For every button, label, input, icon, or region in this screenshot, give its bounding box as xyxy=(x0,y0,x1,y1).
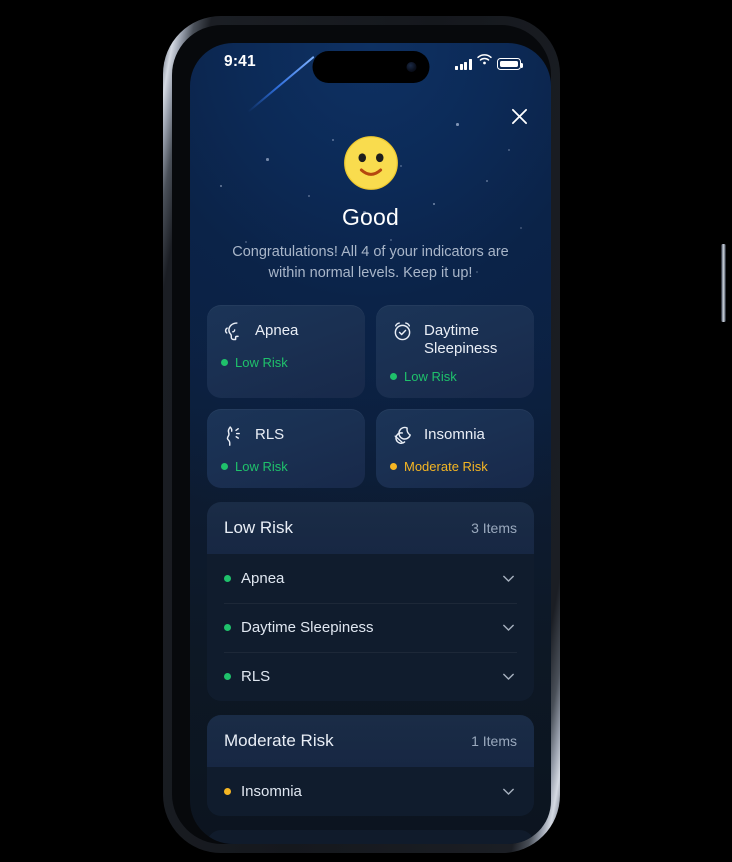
indicator-card-risk: Low Risk xyxy=(221,459,351,474)
chevron-down-icon[interactable] xyxy=(500,570,517,587)
list-item[interactable]: Insomnia xyxy=(207,766,534,816)
status-dot xyxy=(390,372,397,380)
section-next-partial[interactable] xyxy=(207,829,534,844)
indicator-card-risk: Low Risk xyxy=(390,369,520,384)
status-badge: Low Risk xyxy=(235,458,288,474)
section-header: Low Risk 3 Items xyxy=(207,501,534,554)
hero-section: Good Congratulations! All 4 of your indi… xyxy=(190,87,551,285)
chevron-down-icon[interactable] xyxy=(500,783,517,800)
indicator-card-label: Insomnia xyxy=(424,425,485,443)
head-breathing-icon xyxy=(224,322,239,341)
status-badge: Moderate Risk xyxy=(404,458,488,474)
phone-screen: 9:41 Good Congratulations! All 4 of your… xyxy=(190,43,551,844)
list-item-label: RLS xyxy=(241,667,271,685)
status-dot xyxy=(224,672,231,680)
close-button[interactable] xyxy=(504,101,534,131)
page-subtitle: Congratulations! All 4 of your indicator… xyxy=(232,244,509,282)
indicator-card-label: RLS xyxy=(255,425,285,443)
section-count: 1 Items xyxy=(471,732,517,749)
status-bar-indicators xyxy=(455,54,523,70)
status-bar-time: 9:41 xyxy=(224,53,256,70)
screen-content: Good Congratulations! All 4 of your indi… xyxy=(190,43,551,844)
list-item-label: Insomnia xyxy=(241,782,302,800)
list-item[interactable]: Apnea xyxy=(207,553,534,603)
phone-bezel: 9:41 Good Congratulations! All 4 of your… xyxy=(172,25,551,844)
list-item[interactable]: RLS xyxy=(207,651,534,701)
front-camera-icon xyxy=(406,62,416,72)
status-dot xyxy=(221,358,228,366)
section-count: 3 Items xyxy=(471,519,517,536)
indicator-card-risk: Moderate Risk xyxy=(390,459,520,474)
restless-leg-icon xyxy=(226,426,240,446)
power-button[interactable] xyxy=(721,244,726,322)
indicator-card-label: Apnea xyxy=(255,321,299,339)
list-item[interactable]: Daytime Sleepiness xyxy=(207,602,534,652)
chevron-down-icon[interactable] xyxy=(500,668,517,685)
indicator-card-risk: Low Risk xyxy=(221,355,351,370)
indicator-card-label: Daytime Sleepiness xyxy=(424,321,498,357)
slightly-smiling-face-icon xyxy=(343,136,398,190)
section-header: Moderate Risk 1 Items xyxy=(207,714,534,767)
section-moderate-risk: Moderate Risk 1 Items Insomnia xyxy=(207,714,534,816)
alarm-clock-check-icon xyxy=(394,322,411,341)
section-title: Moderate Risk xyxy=(224,730,334,750)
indicator-card-apnea[interactable]: Apnea Low Risk xyxy=(207,304,365,398)
indicator-card-daytime-sleepiness[interactable]: Daytime Sleepiness Low Risk xyxy=(376,304,534,398)
status-badge: Low Risk xyxy=(235,354,288,370)
status-dot xyxy=(390,462,397,470)
dynamic-island xyxy=(312,51,429,83)
section-low-risk: Low Risk 3 Items Apnea Daytime Sleepines… xyxy=(207,501,534,701)
status-dot xyxy=(224,574,231,582)
status-dot xyxy=(224,623,231,631)
status-badge: Low Risk xyxy=(404,368,457,384)
cellular-signal-icon xyxy=(455,59,472,70)
battery-icon xyxy=(497,58,523,70)
section-title: Low Risk xyxy=(224,517,293,537)
indicator-card-grid: Apnea Low Risk Daytime Sleepiness Low Ri… xyxy=(190,285,551,488)
indicator-card-insomnia[interactable]: Insomnia Moderate Risk xyxy=(376,408,534,488)
screenshot-root: 9:41 Good Congratulations! All 4 of your… xyxy=(0,0,732,862)
wifi-icon xyxy=(477,52,492,70)
status-dot xyxy=(224,787,231,795)
status-dot xyxy=(221,462,228,470)
moon-pillow-icon xyxy=(394,426,411,444)
phone-frame: 9:41 Good Congratulations! All 4 of your… xyxy=(163,16,726,853)
chevron-down-icon[interactable] xyxy=(500,619,517,636)
indicator-card-rls[interactable]: RLS Low Risk xyxy=(207,408,365,488)
status-bar: 9:41 xyxy=(190,43,551,87)
list-item-label: Daytime Sleepiness xyxy=(241,618,374,636)
list-item-label: Apnea xyxy=(241,569,285,587)
close-icon xyxy=(511,108,527,124)
page-title: Good xyxy=(341,204,400,230)
